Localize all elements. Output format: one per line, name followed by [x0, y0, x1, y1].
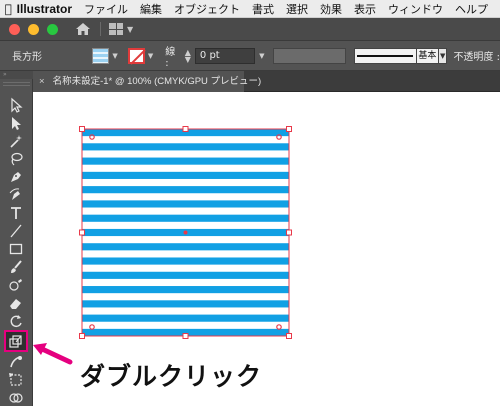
fill-swatch[interactable] — [92, 47, 110, 64]
shaper-tool-icon[interactable] — [6, 277, 26, 293]
zoom-window-button[interactable] — [47, 23, 58, 35]
stripe — [82, 300, 289, 308]
eraser-tool-icon[interactable] — [6, 295, 26, 311]
document-tab-title: 名称未設定-1* @ 100% (CMYK/GPU プレビュー) — [52, 76, 262, 87]
divider — [100, 22, 101, 36]
corner-widget-icon — [276, 324, 282, 330]
stripe — [82, 314, 289, 322]
stroke-weight-stepper[interactable]: ▲ ▼ — [185, 48, 191, 63]
app-name-menu[interactable]: Illustrator — [17, 2, 72, 16]
scale-tool-icon[interactable] — [4, 330, 28, 352]
home-icon[interactable] — [74, 21, 92, 37]
paintbrush-tool-icon[interactable] — [6, 259, 26, 275]
menu-bar:  Illustrator ファイル 編集 オブジェクト 書式 選択 効果 表示… — [0, 0, 500, 18]
application-bar: ▼ — [0, 18, 500, 41]
tools-panel-grip[interactable] — [3, 82, 30, 86]
stroke-dropdown-icon[interactable]: ▼ — [148, 52, 153, 60]
resize-handle — [79, 126, 85, 132]
direct-selection-tool-icon[interactable] — [6, 115, 26, 131]
stripe — [82, 257, 289, 265]
resize-handle — [286, 333, 292, 339]
resize-handle — [286, 229, 292, 236]
menu-help[interactable]: ヘルプ — [455, 1, 488, 17]
menu-object[interactable]: オブジェクト — [174, 1, 240, 17]
rectangle-tool-icon[interactable] — [6, 241, 26, 257]
document-tab[interactable]: × 名称未設定-1* @ 100% (CMYK/GPU プレビュー) — [33, 71, 261, 92]
close-window-button[interactable] — [9, 23, 20, 35]
selection-tool-icon[interactable] — [6, 97, 26, 113]
stroke-swatch[interactable] — [127, 47, 145, 64]
stroke-label: 線 : — [165, 46, 176, 69]
stripe — [82, 243, 289, 251]
variable-width-profile[interactable] — [272, 47, 346, 64]
resize-handle — [182, 333, 189, 339]
menu-file[interactable]: ファイル — [84, 1, 128, 17]
line-segment-tool-icon[interactable] — [6, 223, 26, 239]
close-tab-icon[interactable]: × — [39, 76, 45, 87]
resize-handle — [182, 126, 189, 132]
menu-type[interactable]: 書式 — [252, 1, 274, 17]
apple-menu-icon[interactable]:  — [0, 2, 17, 16]
brush-definition-preview[interactable] — [353, 47, 418, 64]
callout-text: ダブルクリック — [80, 362, 263, 391]
stripe — [82, 143, 289, 151]
callout-arrow-icon — [33, 343, 73, 365]
shape-builder-tool-icon[interactable] — [6, 390, 26, 406]
resize-handle — [79, 333, 85, 339]
shape-type-label: 長方形 — [12, 52, 42, 63]
minimize-window-button[interactable] — [28, 23, 39, 35]
type-tool-icon[interactable] — [6, 205, 26, 221]
lasso-tool-icon[interactable] — [6, 151, 26, 167]
center-point — [183, 230, 188, 235]
stripe — [82, 286, 289, 294]
control-panel: 長方形 ▼ ▼ 線 : ▲ ▼ 0 pt ▼ 基本 ▼ 不透明度 : — [0, 41, 500, 71]
stripe — [82, 271, 289, 279]
stripe — [82, 214, 289, 222]
pen-tool-icon[interactable] — [6, 169, 26, 185]
workspace-layout-icon[interactable] — [109, 23, 123, 35]
free-transform-tool-icon[interactable] — [6, 372, 26, 388]
stripe — [82, 186, 289, 194]
resize-handle — [79, 229, 85, 236]
warp-tool-icon[interactable] — [6, 354, 26, 370]
curvature-tool-icon[interactable] — [6, 187, 26, 203]
menu-window[interactable]: ウィンドウ — [388, 1, 443, 17]
chevron-down-icon[interactable]: ▼ — [127, 25, 133, 34]
tools-panel-collapse[interactable]: » — [0, 71, 33, 79]
brush-dropdown-icon[interactable]: ▼ — [437, 47, 448, 64]
magic-wand-tool-icon[interactable] — [6, 133, 26, 149]
fill-dropdown-icon[interactable]: ▼ — [112, 52, 117, 60]
stripe — [82, 200, 289, 208]
resize-handle — [286, 126, 292, 132]
rotate-tool-icon[interactable] — [6, 313, 26, 329]
menu-select[interactable]: 選択 — [286, 1, 308, 17]
opacity-label[interactable]: 不透明度 : — [453, 48, 500, 63]
stroke-weight-field[interactable]: 0 pt — [194, 47, 256, 64]
brush-definition-label[interactable]: 基本 — [417, 47, 438, 64]
corner-widget-icon — [89, 324, 95, 330]
stripe — [82, 157, 289, 165]
menu-effect[interactable]: 効果 — [320, 1, 342, 17]
document-tab-bar: × 名称未設定-1* @ 100% (CMYK/GPU プレビュー) — [33, 71, 500, 92]
stroke-weight-dropdown-icon[interactable]: ▼ — [259, 52, 264, 60]
menu-view[interactable]: 表示 — [354, 1, 376, 17]
stripe — [82, 171, 289, 179]
menu-edit[interactable]: 編集 — [140, 1, 162, 17]
tools-panel: » — [0, 71, 33, 406]
